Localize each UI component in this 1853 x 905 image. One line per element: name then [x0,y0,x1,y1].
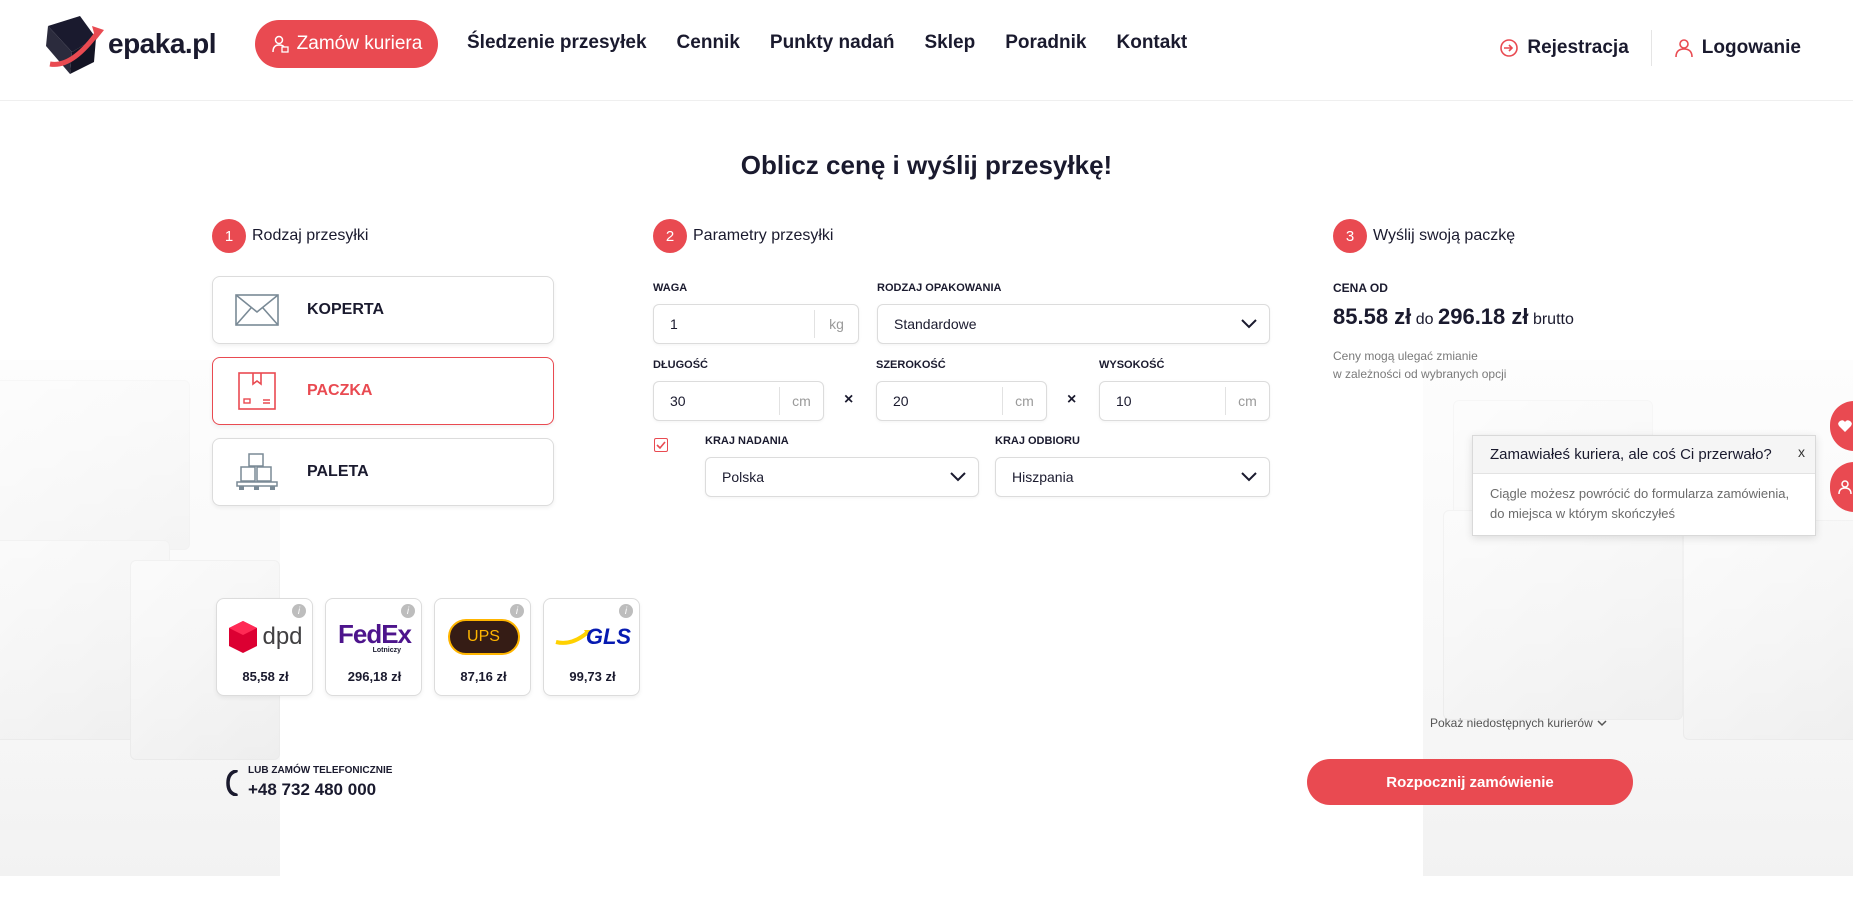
nav-contact[interactable]: Kontakt [1117,32,1188,54]
page-title: Oblicz cenę i wyślij przesyłkę! [740,150,1113,180]
country-from-select[interactable]: Polska [705,457,979,497]
phone-order: LUB ZAMÓW TELEFONICZNIE +48 732 480 000 [226,765,392,800]
chevron-down-icon [938,472,978,482]
ups-logo: UPS [435,615,532,659]
start-order-button[interactable]: Rozpocznij zamówienie [1307,759,1633,805]
chevron-down-icon [1229,319,1269,329]
phone-icon [226,769,238,796]
width-input[interactable]: 20 cm [876,381,1047,421]
weight-label: WAGA [653,282,688,294]
epaka-logo[interactable]: epaka.pl [42,12,217,76]
main-nav: Śledzenie przesyłek Cennik Punkty nadań … [467,32,1217,54]
show-unavailable-couriers[interactable]: Pokaż niedostępnych kurierów [1430,716,1607,730]
country-to-label: KRAJ ODBIORU [995,435,1080,447]
step-1-heading: 1 Rodzaj przesyłki [212,219,368,253]
user-icon [1674,39,1693,58]
width-label: SZEROKOŚĆ [876,359,946,371]
popup-title: Zamawiałeś kuriera, ale coś Ci przerwało… [1490,446,1772,463]
courier-gls[interactable]: i GLS 99,73 zł [543,598,640,696]
price-range: 85.58 zł do 296.18 zł brutto [1333,304,1574,329]
type-package[interactable]: PACZKA [212,357,554,425]
gls-logo: GLS [544,615,641,659]
dpd-logo: dpd [217,615,314,659]
country-to-select[interactable]: Hiszpania [995,457,1270,497]
step-3-heading: 3 Wyślij swoją paczkę [1333,219,1515,253]
close-icon[interactable]: x [1798,444,1805,460]
logo-text: epaka.pl [108,28,217,59]
length-label: DŁUGOŚĆ [653,359,708,371]
popup-body: Ciągle możesz powrócić do formularza zam… [1490,486,1790,521]
weight-input[interactable]: 1 kg [653,304,859,344]
package-icon [238,372,276,410]
height-label: WYSOKOŚĆ [1099,359,1165,371]
type-envelope[interactable]: KOPERTA [212,276,554,344]
times-sign: × [1067,391,1077,408]
envelope-icon [235,294,279,326]
nav-tracking[interactable]: Śledzenie przesyłek [467,32,647,54]
step-2-heading: 2 Parametry przesyłki [653,219,833,253]
country-from-label: KRAJ NADANIA [705,435,789,447]
price-label: CENA OD [1333,281,1388,295]
times-sign: × [844,391,854,408]
phone-label: LUB ZAMÓW TELEFONICZNIE [248,765,393,776]
country-checkbox[interactable] [654,438,668,452]
courier-dpd[interactable]: i dpd 85,58 zł [216,598,313,696]
site-header: epaka.pl Zamów kuriera Śledzenie przesył… [0,0,1853,101]
order-courier-button[interactable]: Zamów kuriera [255,20,438,68]
nav-pricing[interactable]: Cennik [677,32,740,54]
pallet-icon [236,453,278,490]
account-nav: Rejestracja Logowanie [1499,30,1801,66]
courier-ups[interactable]: i UPS 87,16 zł [434,598,531,696]
login-link[interactable]: Logowanie [1674,37,1801,59]
logo-mark-icon [42,12,112,76]
price-note: Ceny mogą ulegać zmianie w zależności od… [1333,349,1507,381]
register-link[interactable]: Rejestracja [1499,37,1629,59]
chevron-down-icon [1597,719,1607,726]
chevron-down-icon [1229,472,1269,482]
fedex-logo: FedEx Lotniczy [337,618,412,654]
sign-in-icon [1500,39,1519,57]
type-pallet[interactable]: PALETA [212,438,554,506]
check-icon [656,440,666,449]
nav-points[interactable]: Punkty nadań [770,32,895,54]
height-input[interactable]: 10 cm [1099,381,1270,421]
courier-user-icon [271,35,289,53]
resume-order-popup: Zamawiałeś kuriera, ale coś Ci przerwało… [1472,435,1816,536]
nav-shop[interactable]: Sklep [924,32,975,54]
phone-number[interactable]: +48 732 480 000 [248,780,392,800]
user-icon [1838,480,1852,495]
nav-guide[interactable]: Poradnik [1005,32,1086,54]
heart-icon [1838,420,1852,432]
length-input[interactable]: 30 cm [653,381,824,421]
packaging-label: RODZAJ OPAKOWANIA [877,282,1002,294]
courier-fedex[interactable]: i FedEx Lotniczy 296,18 zł [325,598,422,696]
packaging-select[interactable]: Standardowe [877,304,1270,344]
